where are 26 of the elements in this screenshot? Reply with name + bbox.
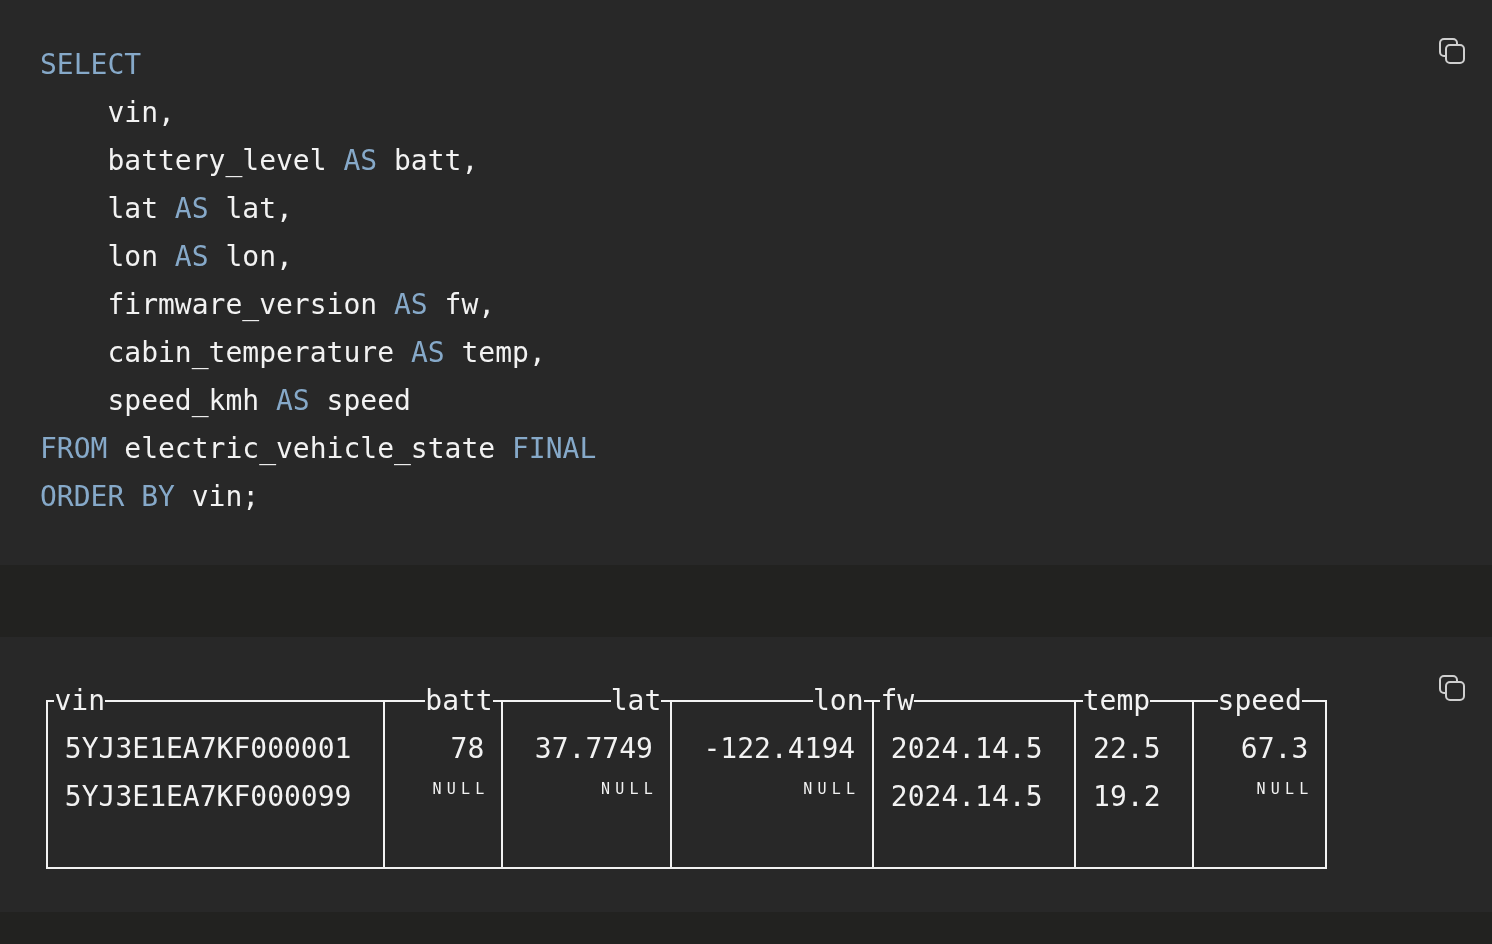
null-value: NULL: [803, 779, 861, 799]
table-cell-text: 78: [450, 731, 485, 767]
code-line: lat AS lat,: [106, 191, 294, 227]
code-line: battery_level AS batt,: [106, 143, 480, 179]
table-cell-text: 19.2: [1093, 779, 1161, 815]
null-value: NULL: [432, 779, 490, 799]
table-cell-text: 37.7749: [534, 731, 653, 767]
copy-icon: [1438, 674, 1466, 702]
code-line: cabin_temperature AS temp,: [106, 335, 547, 371]
table-cell-text: 2024.14.5: [890, 779, 1043, 815]
code-line: lon AS lon,: [106, 239, 294, 275]
code-line: ORDER BY vin;: [40, 479, 261, 515]
table-cell-text: 5YJ3E1EA7KF000099: [64, 779, 352, 815]
table-cell-text: -122.4194: [703, 731, 856, 767]
table-cell-text: 22.5: [1093, 731, 1161, 767]
code-line: SELECT: [40, 47, 143, 83]
code-line: FROM electric_vehicle_state FINAL: [40, 431, 598, 467]
table-cell-text: 67.3: [1240, 731, 1309, 767]
code-line: firmware_version AS fw,: [106, 287, 497, 323]
null-value: NULL: [601, 779, 659, 799]
code-line: speed_kmh AS speed: [106, 383, 412, 419]
table-cell-text: 5YJ3E1EA7KF000001: [64, 731, 352, 767]
code-line: vin,: [106, 95, 176, 131]
null-value: NULL: [1256, 779, 1314, 799]
table-cell-text: 2024.14.5: [890, 731, 1043, 767]
copy-icon: [1438, 37, 1466, 65]
